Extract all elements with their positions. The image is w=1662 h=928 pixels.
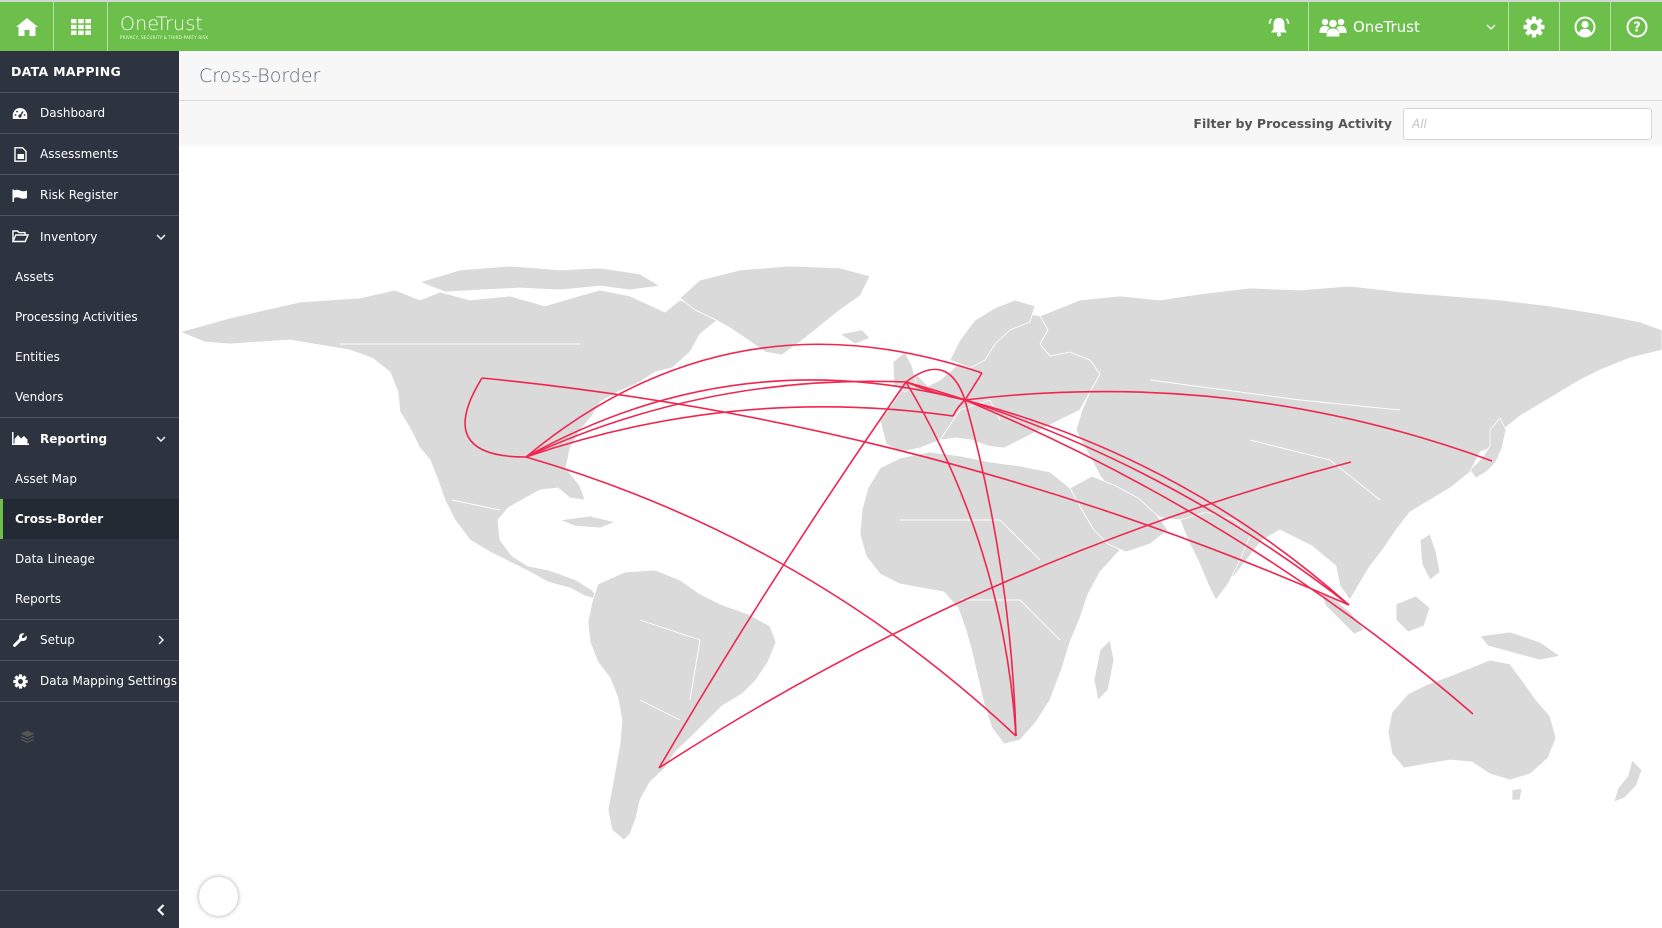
landmass-new-guinea (1479, 631, 1561, 661)
landmass-india (1179, 511, 1251, 601)
main-content: Cross-Border Filter by Processing Activi… (20, 51, 1662, 928)
continent-australia (1387, 659, 1557, 781)
landmass-tasmania (1511, 787, 1523, 801)
world-map-canvas[interactable] (0, 0, 1662, 928)
layers-icon (20, 730, 35, 743)
world-map[interactable] (20, 147, 1662, 928)
landmass-cuba (558, 515, 617, 529)
landmass-new-zealand (1613, 759, 1643, 803)
continent-north-america (178, 289, 721, 601)
landmass-philippines (1419, 533, 1441, 581)
land-masses (178, 265, 1662, 841)
landmass-canadian-arctic (418, 265, 662, 293)
landmass-madagascar (1093, 639, 1115, 701)
landmass-greenland (679, 265, 871, 356)
landmass-iceland (838, 329, 871, 345)
continent-asia (1039, 285, 1662, 601)
continent-south-america (587, 569, 777, 841)
map-layers-button[interactable] (20, 730, 238, 916)
landmass-borneo (1395, 595, 1431, 633)
